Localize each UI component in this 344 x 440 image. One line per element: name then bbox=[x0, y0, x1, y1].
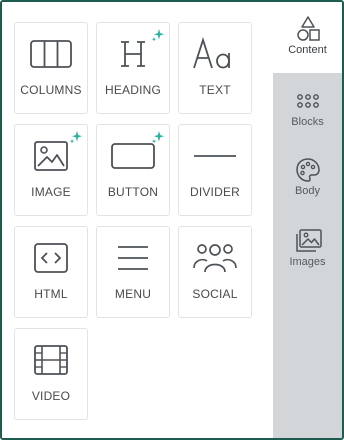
block-tile-video[interactable]: VIDEO bbox=[14, 328, 88, 420]
block-label: HEADING bbox=[104, 83, 162, 97]
tab-label: Content bbox=[288, 44, 327, 56]
tab-content[interactable]: Content bbox=[273, 2, 342, 73]
tab-body[interactable]: Body bbox=[273, 157, 342, 207]
tab-label: Images bbox=[289, 256, 326, 268]
block-label: BUTTON bbox=[107, 185, 159, 199]
tab-images[interactable]: Images bbox=[273, 228, 342, 278]
palette-icon bbox=[273, 157, 342, 183]
images-icon bbox=[273, 228, 342, 254]
menu-icon bbox=[97, 241, 169, 275]
block-label: IMAGE bbox=[31, 185, 71, 199]
ai-sparkle-icon bbox=[151, 29, 164, 42]
block-label: HTML bbox=[34, 287, 68, 301]
block-label: TEXT bbox=[199, 83, 231, 97]
editor-panel: COLUMNS HEADING TEXT IMAGE BUTTON DIVIDE… bbox=[0, 0, 344, 440]
tab-label: Body bbox=[294, 185, 321, 197]
image-icon bbox=[15, 139, 87, 173]
tab-label: Blocks bbox=[291, 116, 324, 128]
block-label: DIVIDER bbox=[189, 185, 241, 199]
block-tile-divider[interactable]: DIVIDER bbox=[178, 124, 252, 216]
block-label: SOCIAL bbox=[192, 287, 238, 301]
block-label: VIDEO bbox=[31, 389, 71, 403]
block-tile-button[interactable]: BUTTON bbox=[96, 124, 170, 216]
content-blocks-panel: COLUMNS HEADING TEXT IMAGE BUTTON DIVIDE… bbox=[2, 2, 273, 438]
block-label: COLUMNS bbox=[20, 83, 82, 97]
heading-icon bbox=[97, 37, 169, 71]
block-tile-html[interactable]: HTML bbox=[14, 226, 88, 318]
tab-blocks[interactable]: Blocks bbox=[273, 88, 342, 138]
video-film-icon bbox=[15, 343, 87, 377]
ai-sparkle-icon bbox=[151, 131, 164, 144]
block-label: MENU bbox=[114, 287, 152, 301]
divider-icon bbox=[179, 139, 251, 173]
social-users-icon bbox=[179, 241, 251, 275]
block-tile-image[interactable]: IMAGE bbox=[14, 124, 88, 216]
columns-icon bbox=[15, 37, 87, 71]
block-tile-menu[interactable]: MENU bbox=[96, 226, 170, 318]
ai-sparkle-icon bbox=[69, 131, 82, 144]
grid-dots-icon bbox=[273, 88, 342, 114]
button-icon bbox=[97, 139, 169, 173]
shapes-icon bbox=[273, 2, 342, 42]
block-tile-text[interactable]: TEXT bbox=[178, 22, 252, 114]
text-icon bbox=[179, 37, 251, 71]
html-code-icon bbox=[15, 241, 87, 275]
block-tile-social[interactable]: SOCIAL bbox=[178, 226, 252, 318]
block-tile-heading[interactable]: HEADING bbox=[96, 22, 170, 114]
block-tile-columns[interactable]: COLUMNS bbox=[14, 22, 88, 114]
